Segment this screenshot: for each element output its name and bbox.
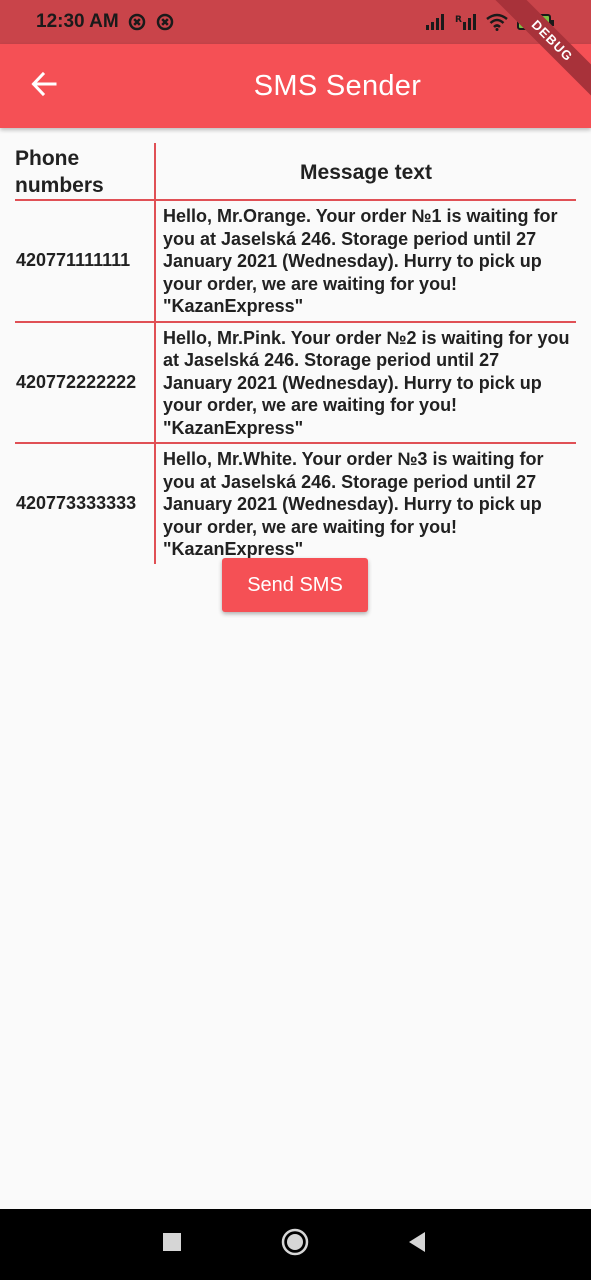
back-triangle-icon [407, 1231, 427, 1258]
column-header-message: Message text [154, 143, 576, 200]
sync-icon-2 [155, 12, 175, 32]
page-title: SMS Sender [253, 69, 422, 102]
sms-table: Phone numbers Message text 420771111111 … [15, 143, 576, 564]
home-circle-icon [281, 1228, 309, 1261]
wifi-icon [485, 13, 509, 31]
message-text-cell: Hello, Mr.White. Your order №3 is waitin… [154, 442, 576, 564]
recents-button[interactable] [148, 1220, 196, 1268]
nav-back-button[interactable] [393, 1220, 441, 1268]
status-bar-left: 12:30 AM [36, 11, 175, 33]
column-header-phone: Phone numbers [15, 147, 104, 197]
system-navigation-bar [0, 1209, 591, 1280]
status-time: 12:30 AM [36, 11, 119, 32]
phone-number-cell: 420771111111 [15, 199, 155, 322]
signal-icon [425, 13, 447, 31]
send-sms-button[interactable]: Send SMS [222, 558, 368, 612]
svg-text:R: R [455, 15, 462, 25]
table-row: 420771111111 Hello, Mr.Orange. Your orde… [15, 199, 576, 322]
arrow-back-icon [30, 70, 58, 103]
signal-roaming-icon: R [455, 13, 477, 31]
message-text-cell: Hello, Mr.Pink. Your order №2 is waiting… [154, 320, 576, 443]
recents-square-icon [162, 1232, 182, 1257]
table-header-row: Phone numbers Message text [15, 143, 576, 200]
message-text-cell: Hello, Mr.Orange. Your order №1 is waiti… [154, 199, 576, 322]
home-button[interactable] [271, 1220, 319, 1268]
phone-number-cell: 420773333333 [15, 442, 155, 564]
sync-icon [127, 12, 147, 32]
back-button[interactable] [20, 62, 68, 110]
table-row: 420773333333 Hello, Mr.White. Your order… [15, 442, 576, 564]
phone-number-cell: 420772222222 [15, 320, 155, 443]
app-bar: SMS Sender [0, 44, 591, 128]
table-row: 420772222222 Hello, Mr.Pink. Your order … [15, 320, 576, 443]
